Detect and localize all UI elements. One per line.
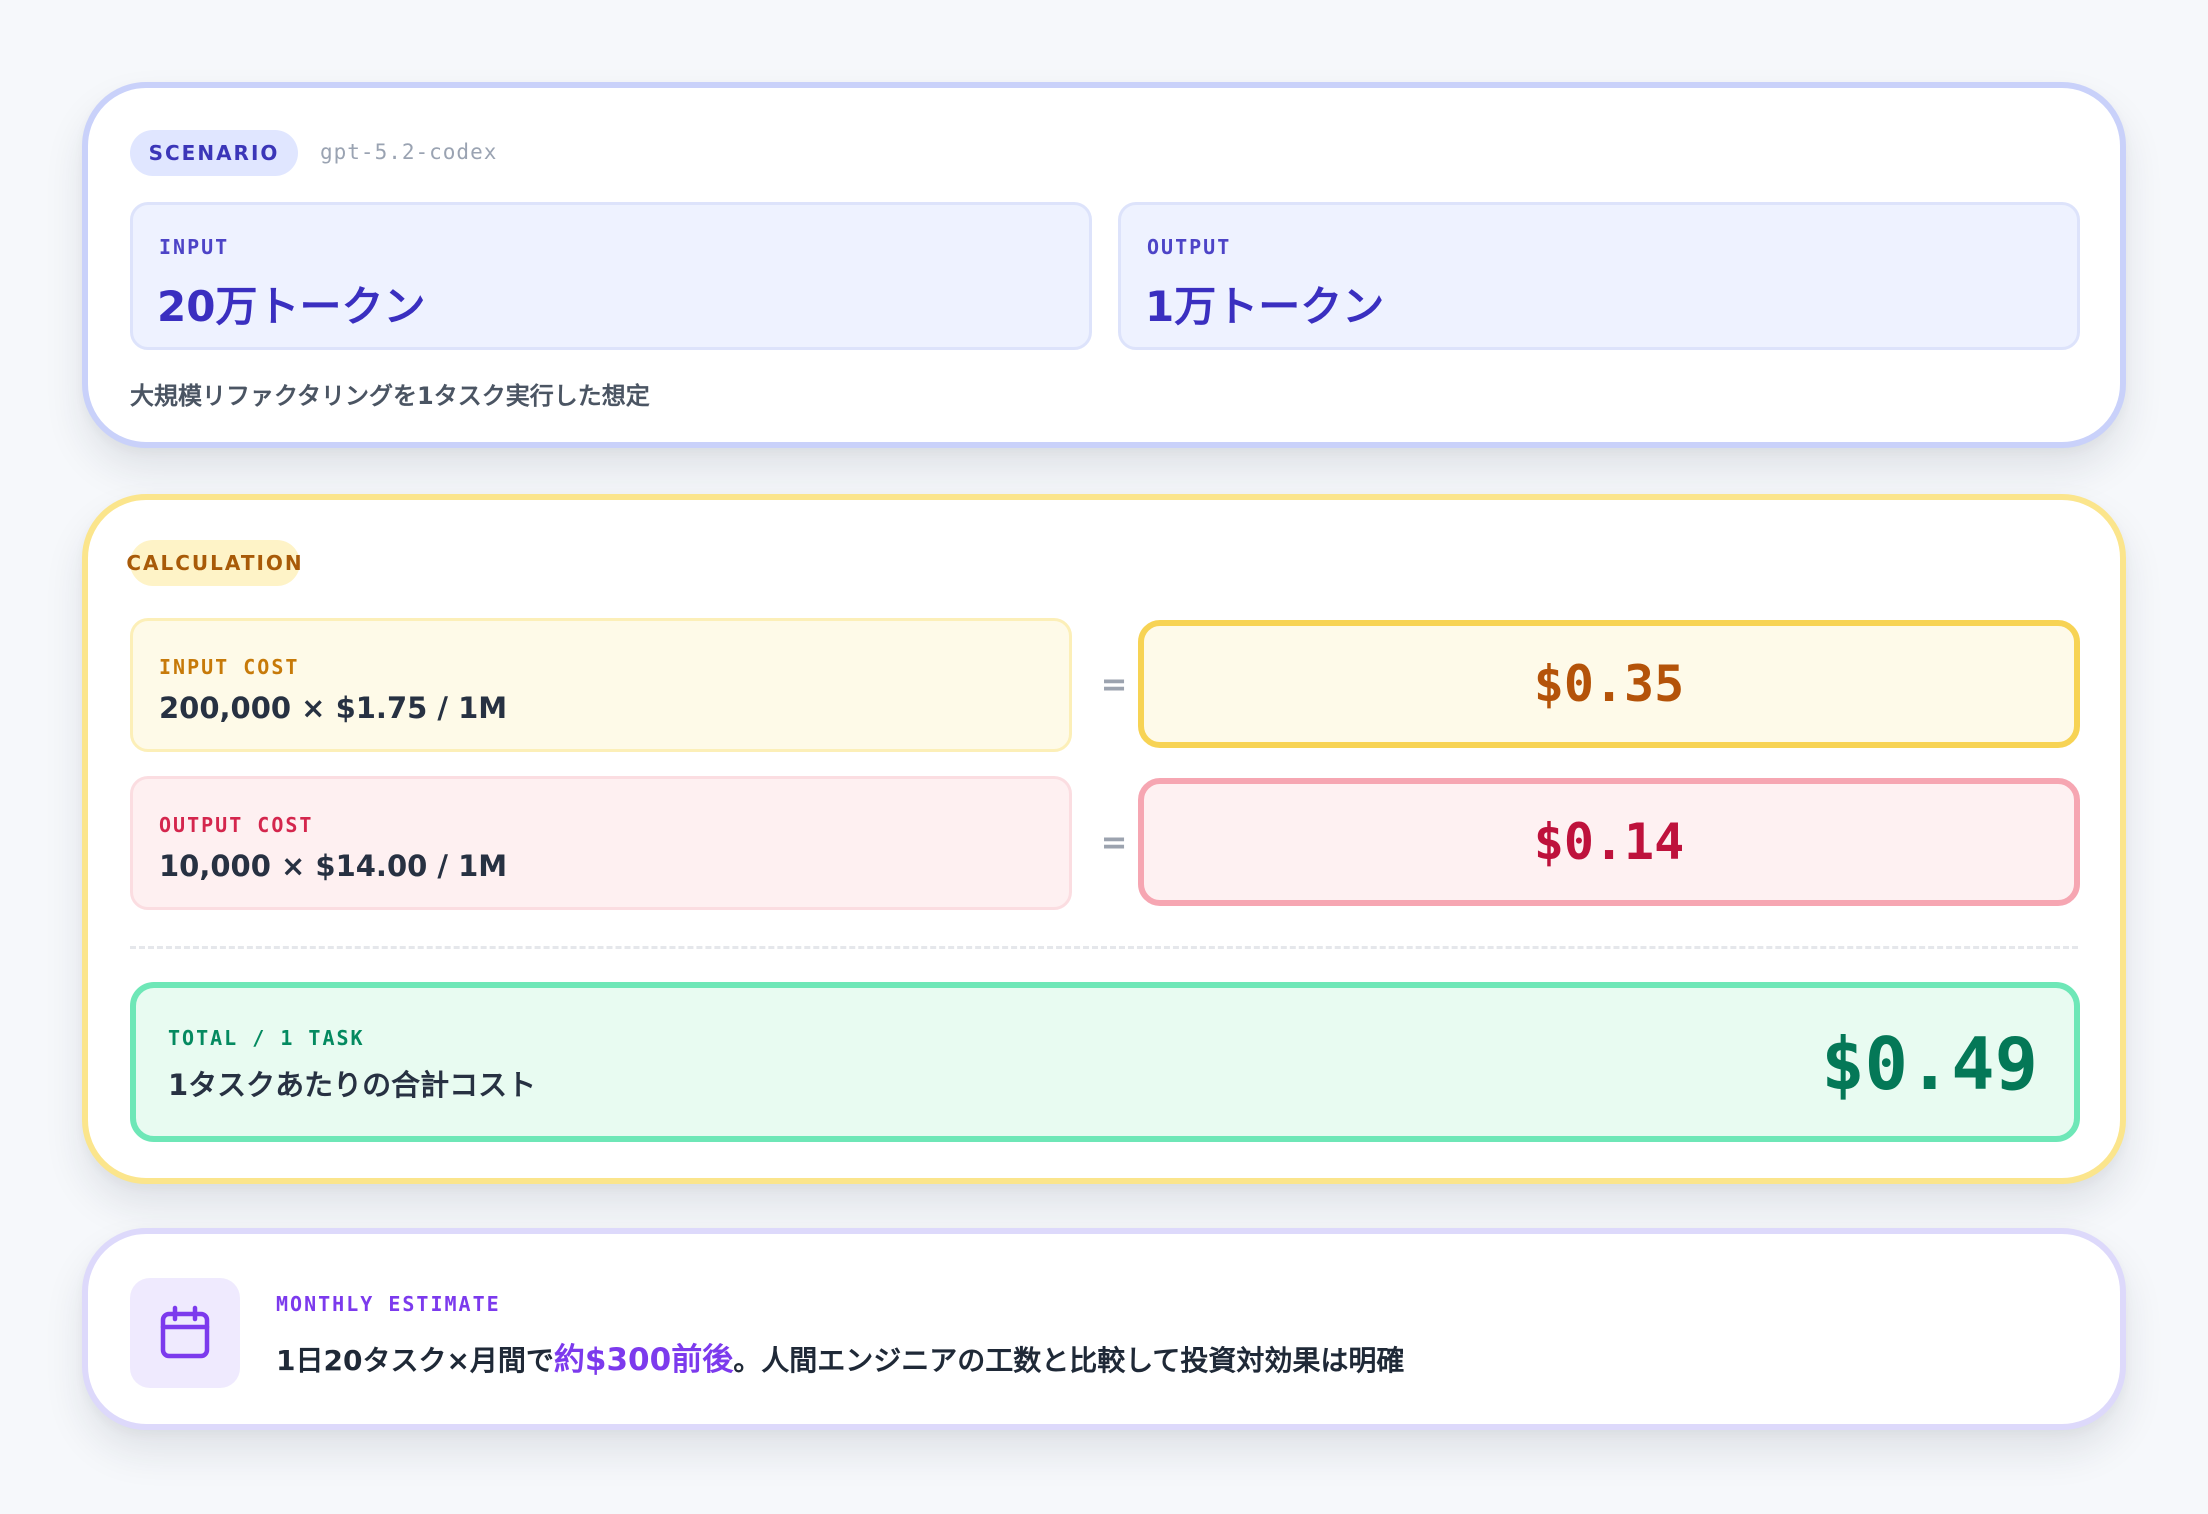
total-cost-box: TOTAL / 1 TASK 1タスクあたりの合計コスト $0.49 [130, 982, 2080, 1142]
input-cost-formula-box: INPUT COST 200,000 × $1.75 / 1M [130, 618, 1072, 752]
output-label: OUTPUT [1147, 235, 1232, 259]
divider [130, 946, 2078, 949]
input-cost-label: INPUT COST [159, 655, 300, 679]
input-cost-result: $0.35 [1138, 620, 2080, 748]
scenario-card: SCENARIO gpt-5.2-codex INPUT 20万トークン OUT… [82, 82, 2126, 448]
total-label: TOTAL / 1 TASK [168, 1026, 365, 1050]
input-token-value: 20万トークン [157, 282, 426, 331]
output-cost-label: OUTPUT COST [159, 813, 314, 837]
monthly-label: MONTHLY ESTIMATE [276, 1292, 501, 1316]
output-cost-result: $0.14 [1138, 778, 2080, 906]
scenario-badge: SCENARIO [130, 130, 298, 176]
scenario-description: 大規模リファクタリングを1タスク実行した想定 [130, 382, 650, 410]
equals-sign: = [1100, 823, 1128, 861]
monthly-estimate-card: MONTHLY ESTIMATE 1日20タスク×月間で約$300前後。人間エン… [82, 1228, 2126, 1430]
monthly-highlight: 約$300前後 [553, 1342, 734, 1378]
calculation-badge: CALCULATION [126, 540, 302, 586]
monthly-text-after: 。人間エンジニアの工数と比較して投資対効果は明確 [733, 1344, 1405, 1377]
output-cost-formula: 10,000 × $14.00 / 1M [159, 849, 508, 883]
output-cost-formula-box: OUTPUT COST 10,000 × $14.00 / 1M [130, 776, 1072, 910]
output-token-box: OUTPUT 1万トークン [1118, 202, 2080, 350]
total-cost-value: $0.49 [1821, 1022, 2038, 1106]
calendar-icon [130, 1278, 240, 1388]
output-token-value: 1万トークン [1145, 282, 1385, 331]
input-token-box: INPUT 20万トークン [130, 202, 1092, 350]
monthly-text-before: 1日20タスク×月間で [276, 1344, 554, 1377]
total-description: 1タスクあたりの合計コスト [168, 1068, 537, 1102]
monthly-estimate-text: 1日20タスク×月間で約$300前後。人間エンジニアの工数と比較して投資対効果は… [276, 1334, 1404, 1379]
model-name: gpt-5.2-codex [320, 140, 498, 164]
input-cost-formula: 200,000 × $1.75 / 1M [159, 691, 508, 725]
calculation-card: CALCULATION INPUT COST 200,000 × $1.75 /… [82, 494, 2126, 1184]
equals-sign: = [1100, 665, 1128, 703]
input-label: INPUT [159, 235, 230, 259]
